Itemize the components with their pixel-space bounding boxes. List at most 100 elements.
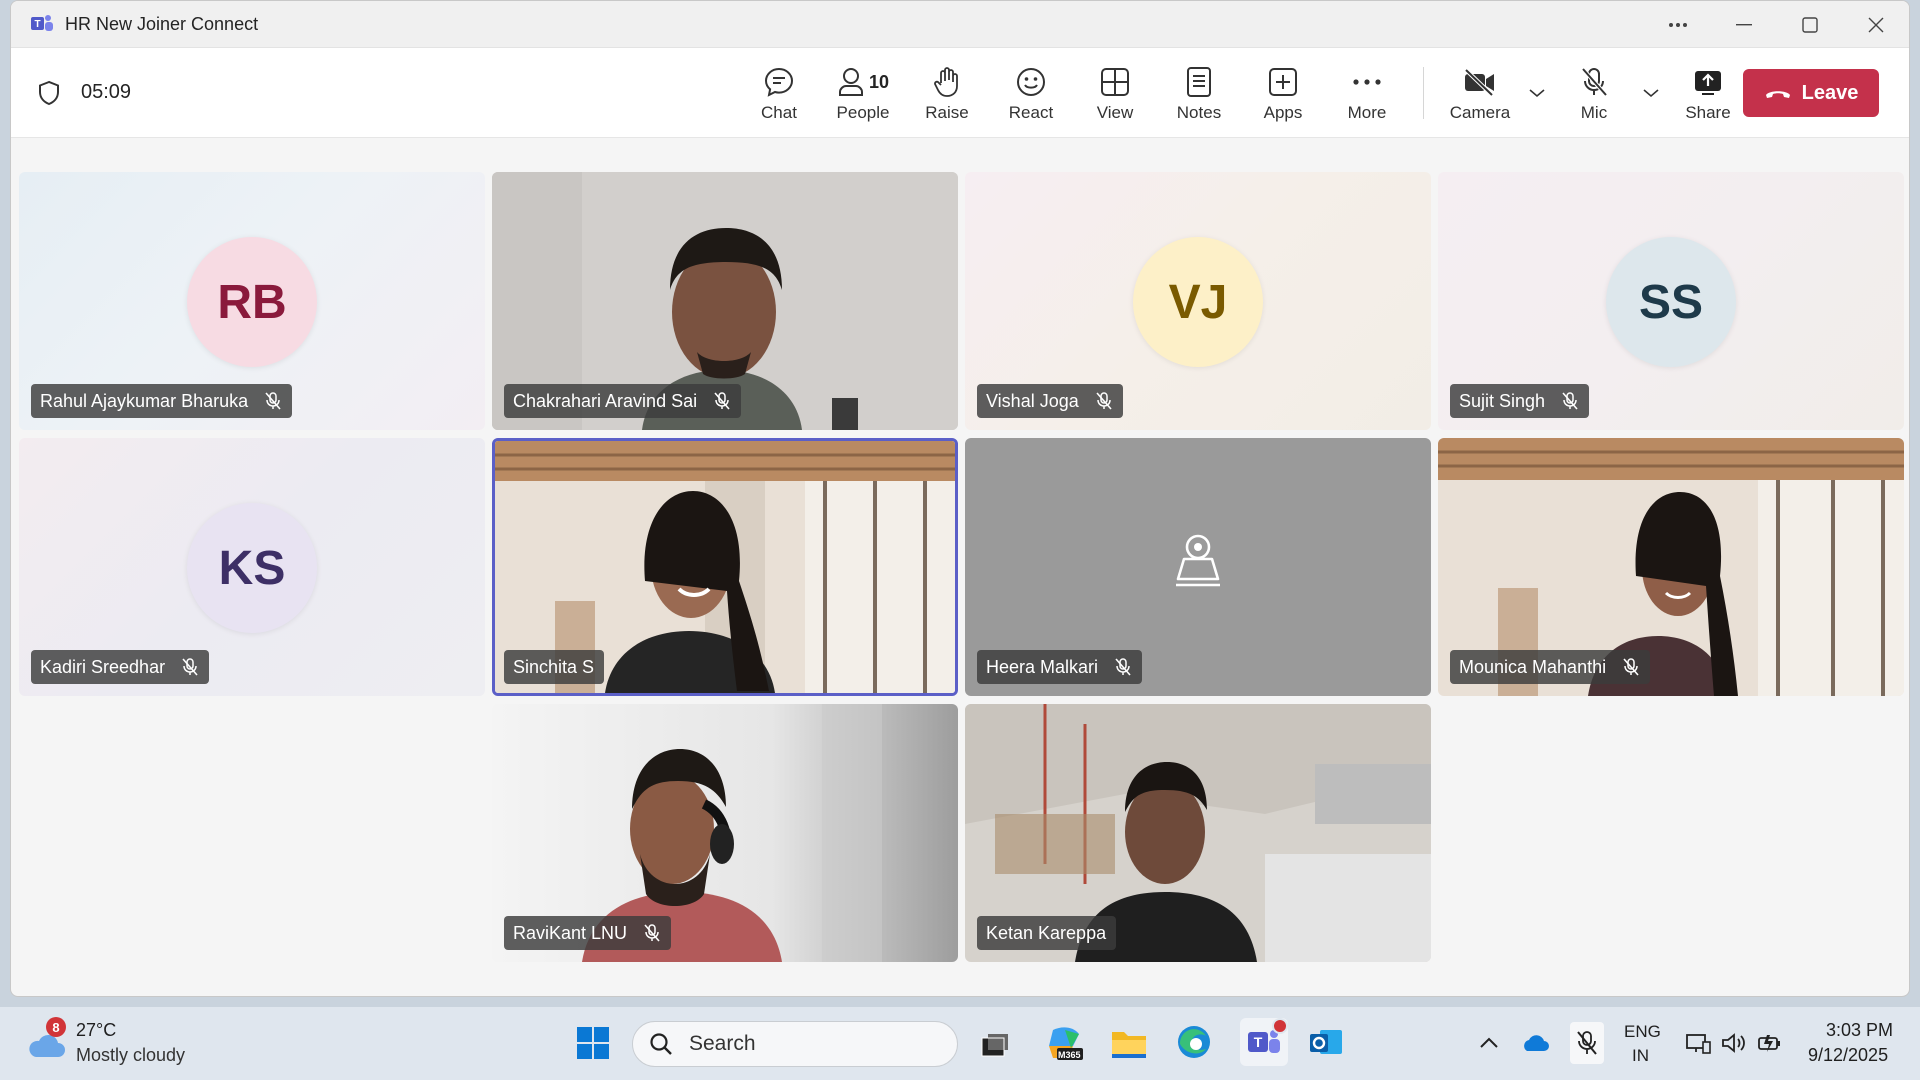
language-indicator-bottom[interactable]: IN	[1632, 1046, 1649, 1066]
hang-up-icon	[1765, 91, 1790, 98]
camera-label: Camera	[1449, 103, 1511, 122]
mic-muted-icon	[644, 924, 660, 942]
participant-nametag: Vishal Joga	[977, 384, 1123, 418]
mic-muted-icon	[265, 392, 281, 410]
file-explorer-icon[interactable]	[1109, 1024, 1149, 1064]
search-icon	[650, 1033, 672, 1055]
notes-button[interactable]: Notes	[1157, 48, 1241, 138]
participant-tile[interactable]: KS Kadiri Sreedhar	[19, 438, 485, 696]
raise-label: Raise	[925, 103, 969, 122]
maximize-button[interactable]	[1777, 1, 1843, 48]
chat-label: Chat	[761, 103, 797, 122]
meeting-timer: 05:09	[81, 81, 132, 103]
view-button[interactable]: View	[1073, 48, 1157, 138]
teams-app-icon[interactable]: T	[1240, 1018, 1288, 1066]
participant-tile[interactable]: VJ Vishal Joga	[965, 172, 1431, 430]
show-hidden-icons-chevron-icon[interactable]	[1476, 1030, 1502, 1056]
grid-view-icon	[1100, 63, 1130, 101]
camera-button[interactable]: Camera	[1438, 48, 1522, 138]
minimize-button[interactable]	[1711, 1, 1777, 48]
teams-notification-dot	[1272, 1018, 1288, 1034]
hand-icon	[933, 63, 961, 101]
volume-icon[interactable]	[1720, 1030, 1748, 1056]
camera-off-placeholder-icon	[1168, 529, 1228, 594]
battery-icon[interactable]	[1756, 1030, 1784, 1056]
participant-tile[interactable]: RB Rahul Ajaykumar Bharuka	[19, 172, 485, 430]
participant-name: Kadiri Sreedhar	[40, 656, 166, 677]
mic-muted-icon	[1115, 658, 1131, 676]
apps-label: Apps	[1263, 103, 1303, 122]
apps-button[interactable]: Apps	[1241, 48, 1325, 138]
camera-options-chevron-icon[interactable]	[1522, 48, 1552, 138]
clock-time[interactable]: 3:03 PM	[1826, 1020, 1893, 1041]
participant-tile[interactable]: Ketan Kareppa	[965, 704, 1431, 962]
avatar: KS	[187, 503, 317, 633]
edge-browser-icon[interactable]	[1174, 1022, 1214, 1062]
participant-name: Sinchita S	[513, 656, 595, 677]
participant-name: Heera Malkari	[986, 656, 1099, 677]
participant-name: Mounica Mahanthi	[1459, 656, 1607, 677]
mic-muted-icon	[182, 658, 198, 676]
mic-muted-tray-icon[interactable]	[1570, 1022, 1604, 1064]
people-count: 10	[868, 71, 890, 92]
participant-name: Vishal Joga	[986, 390, 1079, 411]
m365-copilot-icon[interactable]: M365	[1044, 1022, 1084, 1064]
participant-nametag: RaviKant LNU	[504, 916, 672, 950]
chat-button[interactable]: Chat	[737, 48, 821, 138]
raise-hand-button[interactable]: Raise	[905, 48, 989, 138]
participant-tile[interactable]: SS Sujit Singh	[1438, 172, 1904, 430]
close-button[interactable]	[1843, 1, 1909, 48]
shield-icon[interactable]	[35, 79, 63, 107]
leave-label: Leave	[1801, 81, 1859, 104]
mic-muted-icon	[1562, 392, 1578, 410]
participant-nametag: Rahul Ajaykumar Bharuka	[31, 384, 293, 418]
people-label: People	[836, 103, 890, 122]
leave-button[interactable]: Leave	[1743, 69, 1879, 117]
windows-start-icon[interactable]	[574, 1024, 612, 1062]
share-label: Share	[1685, 103, 1731, 122]
svg-text:T: T	[1254, 1034, 1263, 1050]
chat-icon	[763, 63, 795, 101]
avatar: VJ	[1133, 237, 1263, 367]
more-button[interactable]: More	[1325, 48, 1409, 138]
people-icon	[838, 68, 863, 96]
participant-tile[interactable]: Chakrahari Aravind Sai	[492, 172, 958, 430]
participant-nametag: Chakrahari Aravind Sai	[504, 384, 742, 418]
people-button[interactable]: 10 People	[821, 48, 905, 138]
mic-button[interactable]: Mic	[1552, 48, 1636, 138]
participant-nametag: Ketan Kareppa	[977, 916, 1117, 950]
taskbar-search-box[interactable]: Search	[632, 1021, 958, 1067]
language-indicator-top[interactable]: ENG	[1624, 1022, 1661, 1042]
notes-label: Notes	[1176, 103, 1222, 122]
mic-muted-icon	[714, 392, 730, 410]
task-view-icon[interactable]	[976, 1026, 1014, 1064]
participant-nametag: Sujit Singh	[1450, 384, 1590, 418]
windows-taskbar: 8 27°C Mostly cloudy	[0, 1007, 1920, 1080]
clock-date[interactable]: 9/12/2025	[1808, 1045, 1888, 1066]
participant-nametag: Heera Malkari	[977, 650, 1143, 684]
participant-tile[interactable]: Mounica Mahanthi	[1438, 438, 1904, 696]
weather-temperature[interactable]: 27°C	[76, 1020, 116, 1041]
share-tray-icon	[1693, 63, 1723, 101]
network-icon[interactable]	[1684, 1030, 1712, 1056]
mic-muted-icon	[1096, 392, 1112, 410]
participant-tile[interactable]: Heera Malkari	[965, 438, 1431, 696]
participant-tile-speaking[interactable]: Sinchita S	[492, 438, 958, 696]
svg-text:T: T	[34, 19, 40, 30]
outlook-icon[interactable]	[1306, 1022, 1346, 1062]
teams-logo-icon: T	[29, 11, 55, 37]
avatar: RB	[187, 237, 317, 367]
view-label: View	[1096, 103, 1134, 122]
participant-name: Chakrahari Aravind Sai	[513, 390, 698, 411]
participant-nametag: Sinchita S	[504, 650, 605, 684]
share-button[interactable]: Share	[1666, 48, 1750, 138]
more-options-icon[interactable]	[1645, 1, 1711, 48]
search-placeholder: Search	[689, 1032, 756, 1055]
mic-options-chevron-icon[interactable]	[1636, 48, 1666, 138]
react-button[interactable]: React	[989, 48, 1073, 138]
mic-label: Mic	[1580, 103, 1608, 122]
onedrive-cloud-icon[interactable]	[1520, 1030, 1550, 1056]
smiley-icon	[1015, 63, 1047, 101]
weather-description[interactable]: Mostly cloudy	[76, 1045, 185, 1066]
participant-tile[interactable]: RaviKant LNU	[492, 704, 958, 962]
